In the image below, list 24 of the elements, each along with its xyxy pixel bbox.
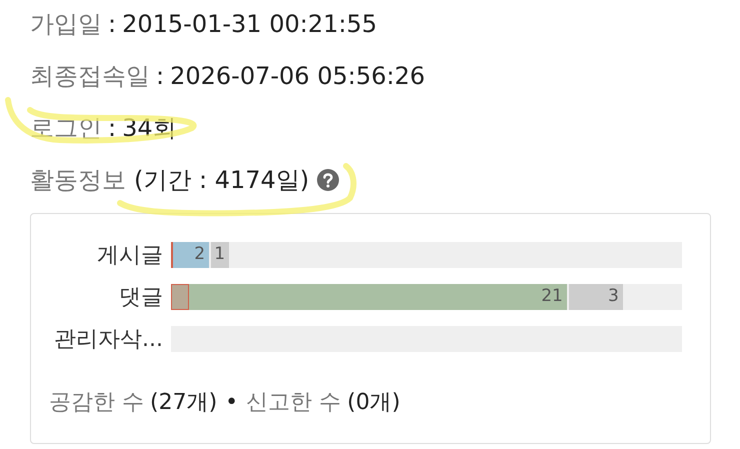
bar-label: 게시글 (96, 242, 164, 270)
info-label: 가입일 (30, 9, 102, 40)
info-label: 최종접속일 (30, 61, 150, 92)
bullet-separator: • (225, 389, 238, 417)
stat-label: 신고한 수 (246, 389, 342, 417)
bar-segment: 21 (188, 284, 567, 310)
info-value: 2026-07-06 05:56:26 (170, 61, 425, 92)
stat-value: (27개) (150, 389, 218, 417)
period-text: (기간 : 4174일) (134, 165, 310, 196)
colon: : (108, 113, 116, 144)
colon: : (156, 61, 164, 92)
section-title: 활동정보 (30, 165, 126, 196)
stat-label: 공감한 수 (49, 389, 144, 417)
bar-segment: 2 (173, 242, 210, 268)
bar-label: 관리자삭... (53, 326, 164, 354)
info-label: 로그인 (30, 113, 102, 144)
info-value: 34회 (122, 113, 177, 144)
stat-value: (0개) (347, 389, 400, 417)
help-icon[interactable] (317, 169, 340, 191)
bar-label: 댓글 (118, 284, 164, 312)
info-value: 2015-01-31 00:21:55 (122, 9, 377, 40)
bar-segment: 3 (568, 284, 623, 310)
colon: : (108, 9, 116, 40)
bar-segment: 1 (211, 242, 230, 268)
